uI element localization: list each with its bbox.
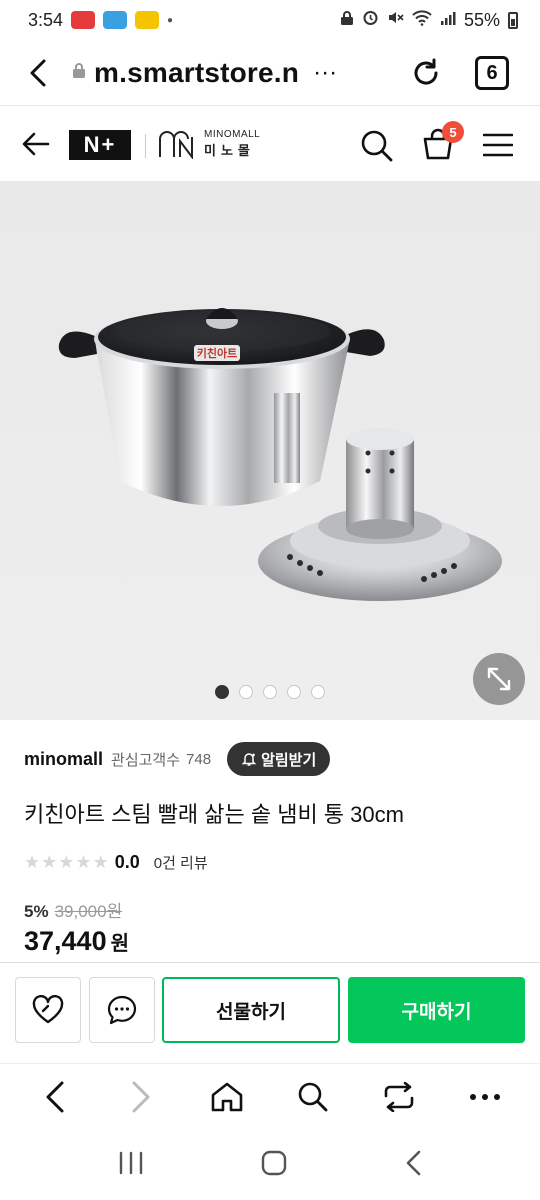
status-time: 3:54 — [28, 9, 64, 30]
wishlist-button[interactable] — [15, 977, 81, 1043]
talk-button[interactable] — [89, 977, 155, 1043]
header-divider — [145, 134, 146, 158]
carousel-dot[interactable] — [215, 685, 229, 699]
notification-app-icon — [71, 11, 96, 29]
price-row: 37,440 원 — [24, 926, 129, 957]
browser-toolbar: m.smartstore.n ··· 6 — [0, 40, 540, 106]
lock-icon — [340, 10, 354, 31]
notification-app-icon — [135, 11, 160, 29]
search-icon[interactable] — [360, 129, 394, 168]
secure-lock-icon — [72, 62, 86, 84]
discount-row: 5% 39,000원 — [24, 897, 122, 922]
heart-icon — [32, 995, 64, 1024]
status-left: 3:54 ● — [28, 10, 173, 31]
battery-percent: 55% — [463, 9, 500, 30]
star-icon: ★ — [24, 852, 41, 872]
follower-count: 748 — [186, 750, 212, 768]
nav-back-icon[interactable] — [30, 1072, 80, 1122]
purchase-bar: 선물하기 구매하기 — [0, 962, 540, 1062]
brand-name-ko: 미노몰 — [204, 143, 255, 158]
store-header: N+ MINOMALL 미노몰 — [0, 107, 540, 181]
system-nav-bar — [0, 1130, 540, 1200]
system-home-icon[interactable] — [261, 1150, 287, 1181]
rating-row[interactable]: ★ ★ ★ ★ ★ 0.0 0건 리뷰 — [24, 848, 208, 876]
address-bar[interactable]: m.smartstore.n ··· — [72, 57, 337, 89]
nav-forward-icon[interactable] — [116, 1072, 166, 1122]
recent-apps-icon[interactable] — [118, 1151, 144, 1180]
currency-unit: 원 — [110, 933, 129, 955]
sale-price: 37,440 — [24, 926, 107, 956]
brand-name-en: MINOMALL — [204, 129, 261, 140]
nav-home-icon[interactable] — [202, 1072, 252, 1122]
wifi-icon — [412, 9, 432, 31]
product-image-carousel[interactable]: 키친아트 — [0, 181, 540, 720]
menu-icon[interactable] — [482, 133, 514, 162]
mute-icon — [387, 9, 404, 31]
discount-rate: 5% — [24, 902, 49, 921]
nav-share-icon[interactable] — [374, 1072, 424, 1122]
carousel-dot[interactable] — [287, 685, 301, 699]
carousel-dot[interactable] — [239, 685, 253, 699]
rating-value: 0.0 — [114, 851, 140, 872]
tab-switcher-button[interactable]: 6 — [475, 56, 509, 90]
notification-app-icon — [103, 11, 128, 29]
carousel-dot[interactable] — [263, 685, 277, 699]
buy-button[interactable]: 구매하기 — [348, 977, 525, 1043]
brand-text: MINOMALL 미노몰 — [204, 129, 260, 159]
star-icon: ★ — [92, 852, 109, 872]
rating-stars: ★ ★ ★ ★ ★ — [24, 853, 109, 871]
product-photo: 키친아트 — [58, 308, 502, 601]
brand-logo[interactable]: MINOMALL 미노몰 — [158, 129, 260, 159]
browser-back-icon[interactable] — [26, 58, 50, 88]
star-icon: ★ — [75, 852, 92, 872]
nav-search-icon[interactable] — [288, 1072, 338, 1122]
chat-bubble-icon — [107, 995, 137, 1025]
url-text: m.smartstore.n — [94, 56, 300, 88]
minomall-logo-icon — [159, 131, 193, 159]
battery-icon — [508, 11, 518, 29]
cart-count-badge: 5 — [442, 121, 464, 143]
alarm-icon — [362, 9, 379, 31]
seller-name-link[interactable]: minomall — [24, 749, 103, 770]
product-title: 키친아트 스팀 빨래 삶는 솥 냄비 통 30cm — [24, 802, 404, 827]
status-bar: 3:54 ● 55% — [0, 0, 540, 40]
pot-brand-label: 키친아트 — [197, 346, 237, 360]
follower-label: 관심고객수 — [111, 751, 181, 769]
review-count-link[interactable]: 0건 리뷰 — [154, 852, 208, 873]
notify-button[interactable]: 알림받기 — [227, 742, 331, 776]
status-right: 55% — [340, 9, 518, 31]
browser-bottom-nav — [0, 1063, 540, 1129]
carousel-dots — [0, 685, 540, 699]
dot-indicator-icon: ● — [167, 14, 174, 26]
bell-plus-icon — [241, 753, 257, 766]
nplus-logo[interactable]: N+ — [69, 130, 131, 160]
star-icon: ★ — [58, 852, 75, 872]
signal-icon — [440, 10, 456, 31]
carousel-dot[interactable] — [311, 685, 325, 699]
system-back-icon[interactable] — [404, 1150, 422, 1181]
notify-button-label: 알림받기 — [261, 751, 317, 769]
star-icon: ★ — [41, 852, 58, 872]
seller-row: minomall 관심고객수 748 알림받기 — [24, 740, 331, 778]
back-arrow-icon[interactable] — [22, 131, 50, 162]
url-more-indicator: ··· — [313, 58, 338, 86]
reload-icon[interactable] — [410, 57, 442, 94]
gift-button[interactable]: 선물하기 — [162, 977, 340, 1043]
original-price: 39,000원 — [54, 902, 123, 921]
nav-more-icon[interactable] — [460, 1072, 510, 1122]
